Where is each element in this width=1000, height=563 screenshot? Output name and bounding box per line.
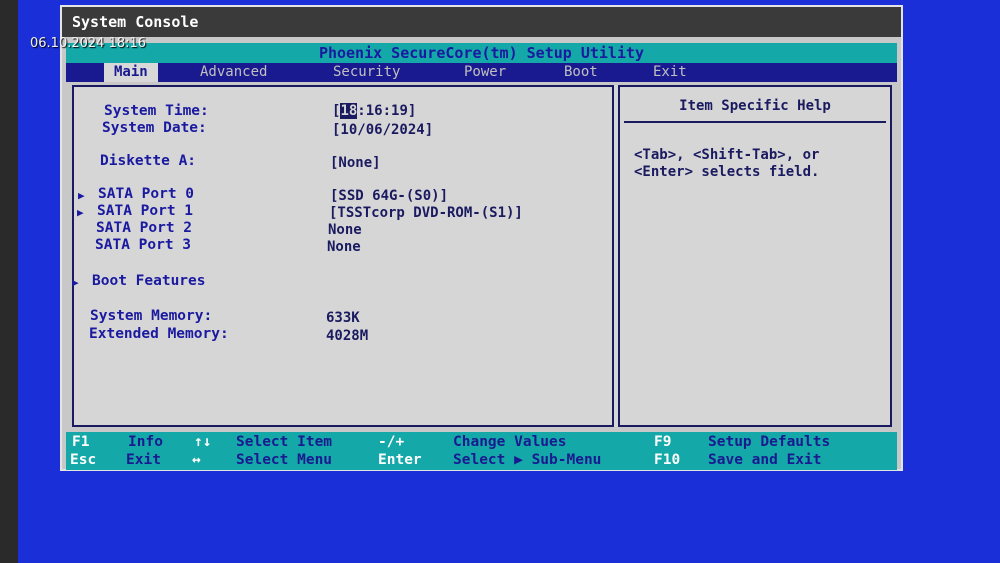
system-time-field[interactable]: [18:16:19] [332,103,416,119]
system-time-rest: :16:19] [357,103,417,119]
bios-menu-bar: Main Advanced Security Power Boot Exit [66,63,897,82]
main-settings-pane: System Time: [18:16:19] System Date: [10… [72,85,614,427]
key-f9: F9 [654,434,672,450]
help-line: <Enter> selects field. [634,164,820,180]
tab-boot[interactable]: Boot [564,63,598,82]
tab-security[interactable]: Security [333,63,400,82]
system-time-label: System Time: [104,103,209,119]
key-updown-desc: Select Item [236,434,333,450]
diskette-a-label: Diskette A: [100,153,197,169]
key-esc: Esc [70,452,97,468]
help-title: Item Specific Help [624,91,886,123]
diskette-a-field[interactable]: [None] [330,155,381,171]
key-esc-desc: Exit [126,452,161,468]
key-updown: ↑↓ [194,434,212,450]
setup-panel: System Time: [18:16:19] System Date: [10… [72,85,892,427]
bios-banner: Phoenix SecureCore(tm) Setup Utility [66,43,897,63]
submenu-arrow-icon: ▶ [77,206,84,219]
boot-features-label[interactable]: Boot Features [92,273,206,289]
key-f9-desc: Setup Defaults [708,434,831,450]
sata-port-1-value: [TSSTcorp DVD-ROM-(S1)] [329,205,523,221]
key-enter-desc: Select ▶ Sub-Menu [453,452,602,468]
system-date-field[interactable]: [10/06/2024] [332,122,433,138]
submenu-arrow-icon: ▶ [78,189,85,202]
sata-port-3-value: None [327,239,361,255]
window-title: System Console [62,7,901,37]
key-f1-desc: Info [128,434,163,450]
monitor-bezel [0,0,18,563]
tab-power[interactable]: Power [464,63,506,82]
key-leftright-desc: Select Menu [236,452,333,468]
help-line: <Tab>, <Shift-Tab>, or [634,147,820,163]
system-console-window: System Console Phoenix SecureCore(tm) Se… [60,5,903,471]
sata-port-1-label[interactable]: SATA Port 1 [97,203,193,219]
extended-memory-value: 4028M [326,328,369,344]
key-plusminus-desc: Change Values [453,434,567,450]
key-f1: F1 [72,434,90,450]
extended-memory-label: Extended Memory: [89,326,229,342]
sata-port-2-value: None [328,222,362,238]
system-memory-value: 633K [326,310,360,326]
sata-port-3-label: SATA Port 3 [95,237,192,253]
key-enter: Enter [378,452,422,468]
key-f10-desc: Save and Exit [708,452,822,468]
help-text: <Tab>, <Shift-Tab>, or <Enter> selects f… [634,147,874,181]
item-help-pane: Item Specific Help <Tab>, <Shift-Tab>, o… [618,85,892,427]
key-leftright: ↔ [192,452,201,468]
tab-advanced[interactable]: Advanced [200,63,267,82]
key-legend-bar: F1 Info ↑↓ Select Item -/+ Change Values… [66,432,897,470]
tab-main[interactable]: Main [104,63,158,82]
key-f10: F10 [654,452,681,468]
key-plusminus: -/+ [378,434,405,450]
sata-port-0-value: [SSD 64G-(S0)] [330,188,449,204]
photo-timestamp: 06.10.2024 18:16 [30,36,147,51]
sata-port-2-label: SATA Port 2 [96,220,193,236]
system-date-label: System Date: [102,120,207,136]
submenu-arrow-icon: ▶ [72,276,79,289]
tab-exit[interactable]: Exit [653,63,687,82]
system-time-hour[interactable]: 18 [340,103,358,119]
sata-port-0-label[interactable]: SATA Port 0 [98,186,194,202]
system-memory-label: System Memory: [90,308,213,324]
